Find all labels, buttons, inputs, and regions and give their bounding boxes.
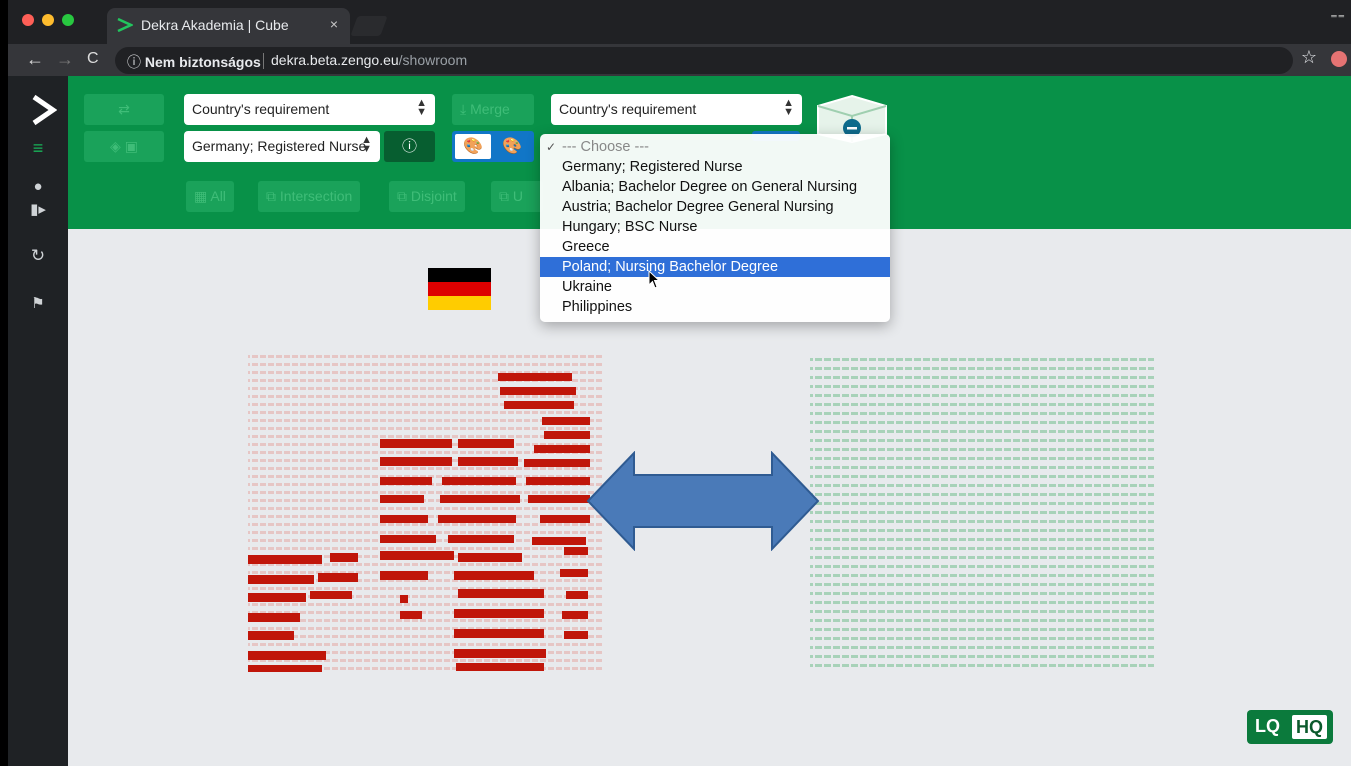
tab-title: Dekra Akademia | Cube <box>141 17 289 33</box>
dropdown-option-label: Philippines <box>562 299 633 315</box>
lq-option[interactable]: LQ <box>1255 716 1280 737</box>
left-type-select-value: Country's requirement <box>192 101 330 117</box>
layers-toggle-button[interactable]: ◈ ▣ <box>84 131 164 162</box>
filter-disjoint-button[interactable]: ⧉ Disjoint <box>389 181 465 212</box>
forward-icon[interactable]: → <box>56 49 74 70</box>
tab-close-icon[interactable]: × <box>330 16 338 32</box>
filter-all-button[interactable]: ▦ All <box>186 181 234 212</box>
filter-union-button[interactable]: ⧉ U <box>491 181 543 212</box>
back-icon[interactable]: ← <box>26 49 44 70</box>
incognito-icon: ⁼⁼ <box>1330 10 1345 26</box>
reload-icon[interactable]: C <box>87 50 99 68</box>
palette-icon[interactable]: 🎨 <box>494 134 530 159</box>
flag-icon[interactable]: ⚑ <box>8 294 68 312</box>
filter-intersection-button[interactable]: ⧉ Intersection <box>258 181 361 212</box>
germany-flag-icon <box>428 268 491 310</box>
url-text[interactable]: dekra.beta.zengo.eu/showroom <box>271 52 467 68</box>
grid-icon: ▦ <box>194 188 208 204</box>
dropdown-option-label: Greece <box>562 239 610 255</box>
dropdown-option-label: Poland; Nursing Bachelor Degree <box>562 259 779 275</box>
dropdown-option-label: Austria; Bachelor Degree General Nursing <box>562 199 834 215</box>
browser-titlebar: Dekra Akademia | Cube × ⁼⁼ <box>8 0 1351 44</box>
dropdown-option[interactable]: Greece <box>540 237 890 257</box>
browser-navbar: ← → C ⓘ Nem biztonságos dekra.beta.zengo… <box>8 44 1351 76</box>
maximize-window-button[interactable] <box>62 14 74 26</box>
bookmark-star-icon[interactable]: ☆ <box>1301 47 1317 68</box>
quality-toggle[interactable]: LQ HQ <box>1247 710 1333 744</box>
left-cube-visualization[interactable] <box>244 347 644 687</box>
dropdown-option[interactable]: Hungary; BSC Nurse <box>540 217 890 237</box>
union-icon: ⧉ <box>499 188 509 204</box>
menu-icon[interactable]: ≡ <box>8 138 68 159</box>
logout-icon[interactable]: ▮▸ <box>8 200 68 218</box>
right-type-select[interactable]: Country's requirement ▲ ▼ <box>551 94 802 125</box>
security-indicator[interactable]: ⓘ Nem biztonságos <box>127 52 261 72</box>
close-window-button[interactable] <box>22 14 34 26</box>
filter-disjoint-label: Disjoint <box>410 188 457 204</box>
browser-tab[interactable]: Dekra Akademia | Cube × <box>107 8 350 44</box>
merge-label: Merge <box>470 101 510 117</box>
dropdown-option[interactable]: Philippines <box>540 297 890 317</box>
compare-arrow-icon <box>586 451 820 551</box>
dekra-logo-icon <box>117 18 133 32</box>
palette-off-icon[interactable]: 🎨 <box>455 134 491 159</box>
left-type-select[interactable]: Country's requirement ▲ ▼ <box>184 94 435 125</box>
security-label: Nem biztonságos <box>144 54 261 70</box>
merge-button[interactable]: ⤓ Merge <box>452 94 534 125</box>
check-icon: ✓ <box>546 140 557 154</box>
dropdown-option-label: Hungary; BSC Nurse <box>562 219 698 235</box>
mouse-cursor-icon <box>648 270 661 289</box>
right-cube-visualization[interactable] <box>806 349 1166 679</box>
new-tab-button[interactable] <box>350 16 388 36</box>
user-icon[interactable]: ● <box>8 178 68 195</box>
dropdown-option-label: Ukraine <box>562 279 612 295</box>
filter-union-label: U <box>512 188 524 204</box>
profile-avatar[interactable] <box>1331 51 1347 67</box>
right-type-select-value: Country's requirement <box>559 101 697 117</box>
url-separator <box>263 53 264 69</box>
intersection-icon: ⧉ <box>266 188 276 204</box>
left-item-select[interactable]: Germany; Registered Nurse ▲ ▼ <box>184 131 380 162</box>
swap-button[interactable]: ⇄ <box>84 94 164 125</box>
dropdown-option-label: Albania; Bachelor Degree on General Nurs… <box>562 179 858 195</box>
url-host: dekra.beta.zengo.eu <box>271 52 399 68</box>
dropdown-option[interactable]: Ukraine <box>540 277 890 297</box>
refresh-icon[interactable]: ↻ <box>8 246 68 266</box>
info-button[interactable]: ⓘ <box>384 131 435 162</box>
app-logo-icon[interactable] <box>31 94 57 126</box>
dropdown-option[interactable]: Germany; Registered Nurse <box>540 157 890 177</box>
dropdown-option[interactable]: ✓ --- Choose --- <box>540 137 890 157</box>
dropdown-option-label: Germany; Registered Nurse <box>562 159 743 175</box>
dropdown-option[interactable]: Albania; Bachelor Degree on General Nurs… <box>540 177 890 197</box>
filter-all-label: All <box>210 188 226 204</box>
dropdown-option-highlighted[interactable]: Poland; Nursing Bachelor Degree <box>540 257 890 277</box>
minimize-window-button[interactable] <box>42 14 54 26</box>
url-path: /showroom <box>398 52 468 68</box>
dropdown-option-label: --- Choose --- <box>562 139 650 155</box>
address-bar[interactable]: ⓘ Nem biztonságos dekra.beta.zengo.eu/sh… <box>115 47 1293 74</box>
right-item-dropdown[interactable]: ✓ --- Choose --- Germany; Registered Nurs… <box>540 134 890 322</box>
left-item-select-value: Germany; Registered Nurse <box>192 138 367 154</box>
disjoint-icon: ⧉ <box>397 188 407 204</box>
select-arrows-icon: ▲ ▼ <box>416 97 427 118</box>
select-arrows-icon: ▲ ▼ <box>783 97 794 118</box>
filter-intersection-label: Intersection <box>279 188 353 204</box>
app-sidebar: ≡ ● ▮▸ ↻ ⚑ <box>8 76 68 766</box>
merge-icon: ⤓ <box>460 101 467 117</box>
select-arrows-icon: ▲ ▼ <box>361 134 372 155</box>
info-icon: ⓘ <box>401 138 417 155</box>
hq-option[interactable]: HQ <box>1292 715 1327 739</box>
color-mode-toggle[interactable]: 🎨 🎨 <box>452 131 534 162</box>
dropdown-option[interactable]: Austria; Bachelor Degree General Nursing <box>540 197 890 217</box>
